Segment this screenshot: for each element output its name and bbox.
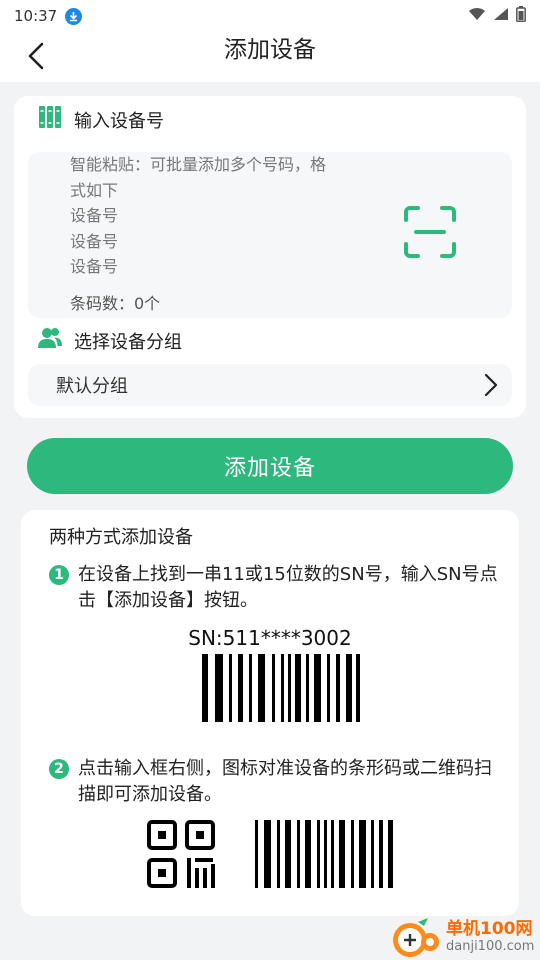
instructions-card: 两种方式添加设备 1 在设备上找到一串11或15位数的SN号，输入SN号点击【添… (21, 510, 519, 916)
books-icon (38, 105, 62, 134)
placeholder-line: 设备号 (70, 257, 119, 276)
placeholder-line: 智能粘贴：可批量添加多个号码，格 (70, 155, 327, 174)
status-bar: 10:37 (0, 0, 540, 32)
title-bar: 添加设备 (0, 32, 540, 82)
scan-button[interactable] (402, 204, 458, 260)
step-number-badge: 1 (49, 565, 69, 585)
placeholder-line: 设备号 (70, 206, 119, 225)
page-title: 添加设备 (224, 37, 316, 63)
input-placeholder: 智能粘贴：可批量添加多个号码，格 式如下 设备号 设备号 设备号 (70, 152, 366, 280)
signal-icon (493, 7, 509, 25)
placeholder-line: 式如下 (70, 180, 119, 200)
watermark-name: 单机100网 (446, 919, 533, 939)
instruction-step-1: 1 在设备上找到一串11或15位数的SN号，输入SN号点击【添加设备】按钮。 (49, 562, 498, 614)
step-number-badge: 2 (49, 759, 69, 779)
add-device-button[interactable]: 添加设备 (27, 438, 513, 494)
instruction-step-2: 2 点击输入框右侧，图标对准设备的条形码或二维码扫描即可添加设备。 (49, 756, 498, 808)
users-icon (38, 327, 62, 354)
status-time: 10:37 (14, 7, 58, 25)
barcode-count: 条码数：0个 (70, 294, 161, 313)
device-number-input[interactable]: 智能粘贴：可批量添加多个号码，格 式如下 设备号 设备号 设备号 条码数：0个 (28, 152, 512, 318)
barcode-illustration (202, 654, 360, 726)
group-select[interactable]: 默认分组 (28, 364, 512, 406)
device-form-card: 输入设备号 智能粘贴：可批量添加多个号码，格 式如下 设备号 设备号 设备号 条… (14, 96, 526, 418)
device-group-label: 选择设备分组 (74, 331, 182, 353)
group-select-value: 默认分组 (56, 376, 128, 397)
step-text: 在设备上找到一串11或15位数的SN号，输入SN号点击【添加设备】按钮。 (78, 564, 498, 611)
placeholder-line: 设备号 (70, 231, 119, 251)
chevron-right-icon (484, 373, 498, 397)
scan-icon (404, 206, 456, 258)
device-number-header: 输入设备号 (38, 105, 164, 134)
device-group-header: 选择设备分组 (38, 327, 182, 354)
watermark-logo-icon (388, 916, 442, 960)
battery-icon (516, 6, 526, 26)
watermark-domain: danji100.com (446, 939, 535, 954)
watermark: 单机100网 danji100.com (388, 916, 534, 960)
barcode-icon (255, 820, 393, 892)
device-number-label: 输入设备号 (74, 110, 164, 132)
instructions-title: 两种方式添加设备 (49, 527, 193, 548)
qr-code-icon (147, 820, 215, 892)
sn-example: SN:511****3002 (188, 626, 352, 650)
wifi-icon (468, 7, 486, 25)
step-text: 点击输入框右侧，图标对准设备的条形码或二维码扫描即可添加设备。 (78, 758, 492, 805)
download-icon (65, 7, 83, 25)
